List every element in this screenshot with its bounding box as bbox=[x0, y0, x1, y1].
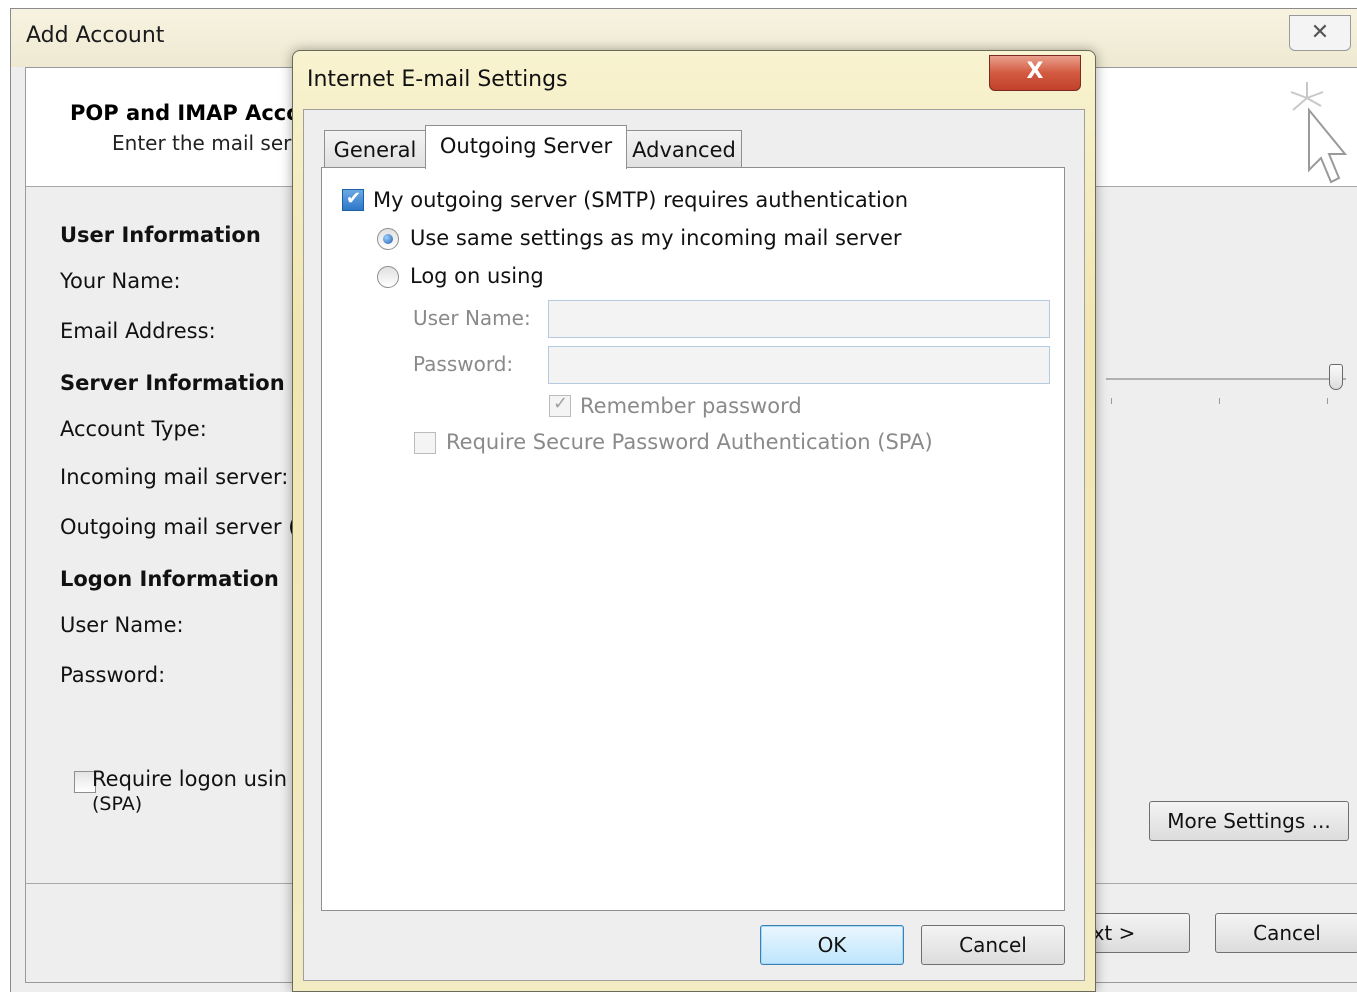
slider-track bbox=[1106, 378, 1346, 380]
log-on-using-radio[interactable] bbox=[377, 266, 399, 288]
smtp-auth-label: My outgoing server (SMTP) requires authe… bbox=[373, 188, 909, 212]
user-information-heading: User Information bbox=[60, 223, 261, 247]
incoming-server-label: Incoming mail server: bbox=[60, 465, 289, 489]
dialog-close-button[interactable]: X bbox=[989, 55, 1081, 91]
password-label: Password: bbox=[60, 663, 166, 687]
require-logon-label: Require logon usin bbox=[92, 767, 288, 791]
user-name-label: User Name: bbox=[60, 613, 184, 637]
user-name-label: User Name: bbox=[413, 306, 531, 330]
dialog-title: Internet E-mail Settings bbox=[307, 67, 568, 92]
your-name-label: Your Name: bbox=[60, 269, 181, 293]
outgoing-server-panel: My outgoing server (SMTP) requires authe… bbox=[321, 167, 1065, 911]
tab-outgoing-server[interactable]: Outgoing Server bbox=[425, 125, 627, 169]
add-account-close-button[interactable]: ✕ bbox=[1289, 15, 1351, 51]
user-name-field[interactable] bbox=[548, 300, 1050, 338]
ok-button[interactable]: OK bbox=[760, 925, 904, 965]
dialog-client-area: General Outgoing Server Advanced My outg… bbox=[303, 109, 1085, 981]
same-settings-radio[interactable] bbox=[377, 228, 399, 250]
add-account-title: Add Account bbox=[26, 23, 165, 48]
slider-tick bbox=[1219, 398, 1220, 404]
slider-tick bbox=[1111, 398, 1112, 404]
remember-password-checkbox[interactable] bbox=[549, 393, 571, 417]
tab-advanced[interactable]: Advanced bbox=[626, 130, 742, 168]
slider-tick bbox=[1327, 398, 1328, 404]
smtp-auth-checkbox[interactable] bbox=[342, 188, 364, 211]
spa-label: Require Secure Password Authentication (… bbox=[446, 430, 933, 454]
close-icon: ✕ bbox=[1310, 20, 1330, 45]
logon-information-heading: Logon Information bbox=[60, 567, 279, 591]
more-settings-button[interactable]: More Settings ... bbox=[1149, 801, 1349, 841]
close-icon: X bbox=[1026, 59, 1044, 84]
cancel-button[interactable]: Cancel bbox=[1215, 913, 1357, 953]
dialog-cancel-button[interactable]: Cancel bbox=[921, 925, 1065, 965]
spa-checkbox[interactable] bbox=[414, 432, 436, 454]
require-logon-label-spa: (SPA) bbox=[92, 793, 143, 815]
same-settings-label: Use same settings as my incoming mail se… bbox=[410, 226, 902, 250]
server-information-heading: Server Information bbox=[60, 371, 285, 395]
password-label: Password: bbox=[413, 352, 514, 376]
remember-password-label: Remember password bbox=[580, 394, 802, 418]
internet-email-settings-dialog: Internet E-mail Settings X General Outgo… bbox=[292, 50, 1096, 992]
account-type-label: Account Type: bbox=[60, 417, 207, 441]
header-subheading: Enter the mail serv bbox=[112, 131, 304, 155]
log-on-using-label: Log on using bbox=[410, 264, 544, 288]
header-heading: POP and IMAP Accou bbox=[70, 101, 316, 125]
email-address-label: Email Address: bbox=[60, 319, 216, 343]
password-field[interactable] bbox=[548, 346, 1050, 384]
slider-thumb[interactable] bbox=[1329, 364, 1343, 390]
tab-general[interactable]: General bbox=[324, 130, 426, 168]
wizard-cursor-icon bbox=[1290, 82, 1348, 184]
outgoing-server-label: Outgoing mail server ( bbox=[60, 515, 297, 539]
